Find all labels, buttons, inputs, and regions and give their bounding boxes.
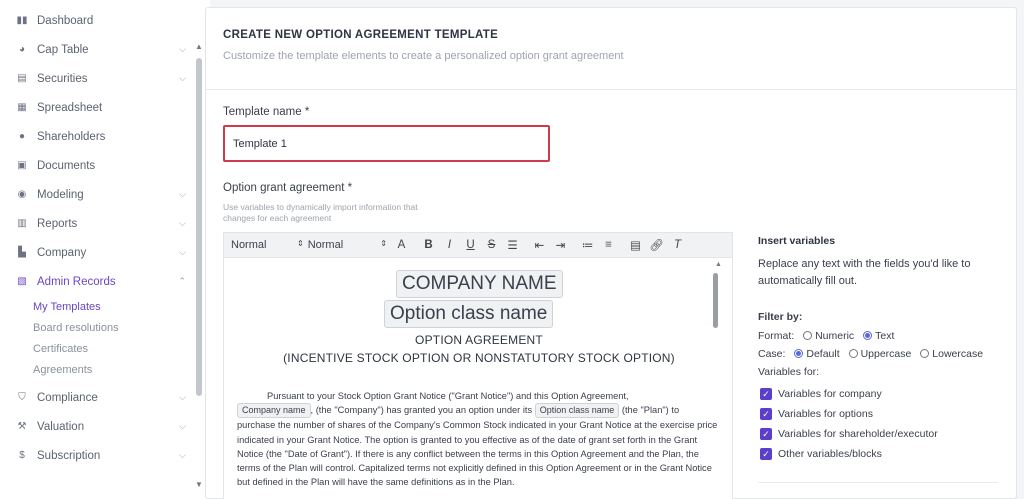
agreement-paragraph: Pursuant to your Stock Option Grant Noti… xyxy=(237,391,718,488)
dashboard-icon: ▮▮ xyxy=(16,15,28,26)
insert-variables-desc: Replace any text with the fields you'd l… xyxy=(758,258,971,287)
company-vars-checkbox[interactable]: ✓ Variables for company xyxy=(760,388,882,400)
sidebar-item-securities[interactable]: ▤ Securities ⌵ xyxy=(16,69,192,89)
folder-icon: ▣ xyxy=(17,160,27,171)
sidebar-sub-certificates[interactable]: Certificates xyxy=(33,343,88,355)
records-icon: ▧ xyxy=(17,276,27,287)
chevron-down-icon: ⌵ xyxy=(179,189,186,199)
case-row: Case: Default Uppercase Lowercase xyxy=(758,348,984,360)
insert-variables-title: Insert variables xyxy=(758,235,836,247)
gavel-icon: ⚒ xyxy=(17,421,27,432)
option-vars-checkbox[interactable]: ✓ Variables for options xyxy=(760,408,873,420)
bulb-icon: ◉ xyxy=(17,189,27,200)
card-header: CREATE NEW OPTION AGREEMENT TEMPLATE Cus… xyxy=(206,8,1018,90)
doc-heading: OPTION AGREEMENT xyxy=(415,333,543,347)
sidebar-item-documents[interactable]: ▣ Documents xyxy=(16,156,192,176)
option-class-variable[interactable]: Option class name xyxy=(384,300,554,328)
variables-for-label: Variables for: xyxy=(758,366,820,378)
ordered-list-icon[interactable]: ≔ xyxy=(577,238,598,252)
table-icon[interactable]: ▤ xyxy=(625,238,646,252)
blockquote-icon[interactable]: ☰ xyxy=(502,238,523,252)
template-name-label: Template name * xyxy=(223,106,310,118)
pie-chart-icon: ◕ xyxy=(18,44,26,55)
chevron-down-icon: ⌵ xyxy=(179,44,186,54)
company-name-variable[interactable]: COMPANY NAME xyxy=(396,270,563,298)
checkmark-icon: ✓ xyxy=(760,388,772,400)
agreement-editor[interactable]: COMPANY NAME Option class name OPTION AG… xyxy=(223,258,733,499)
chevron-down-icon: ⌵ xyxy=(179,73,186,83)
link-icon[interactable]: 🔗︎ xyxy=(646,238,667,252)
format-row: Format: Numeric Text xyxy=(758,330,895,342)
select-arrows-icon: ⇕ xyxy=(380,239,387,248)
sidebar-sub-my-templates[interactable]: My Templates xyxy=(33,301,101,313)
text-size-icon[interactable]: A xyxy=(391,239,412,251)
checkmark-icon: ✓ xyxy=(760,408,772,420)
checkmark-icon: ✓ xyxy=(760,448,772,460)
sidebar: ▮▮ Dashboard ◕ Cap Table ⌵ ▤ Securities ⌵ ▦ Sp… xyxy=(0,0,210,499)
chevron-up-icon: ⌃ xyxy=(178,276,186,286)
underline-icon[interactable]: U xyxy=(460,239,481,251)
report-icon: ▥ xyxy=(17,218,27,229)
indent-increase-icon[interactable]: ⇥ xyxy=(550,238,571,252)
company-name-chip[interactable]: Company name xyxy=(237,403,311,419)
checkmark-icon: ✓ xyxy=(760,428,772,440)
filter-by-label: Filter by: xyxy=(758,311,803,323)
agreement-label: Option grant agreement * xyxy=(223,182,353,194)
case-uppercase-radio[interactable] xyxy=(848,349,858,358)
chevron-down-icon: ⌵ xyxy=(179,421,186,431)
panel-divider xyxy=(758,482,998,483)
font-select[interactable]: ⇕ Normal ⇕ xyxy=(297,239,387,251)
template-card: CREATE NEW OPTION AGREEMENT TEMPLATE Cus… xyxy=(205,7,1018,499)
editor-scroll-up-icon[interactable]: ▲ xyxy=(715,261,722,268)
strikethrough-icon[interactable]: S xyxy=(481,239,502,251)
indent-decrease-icon[interactable]: ⇤ xyxy=(529,238,550,252)
sidebar-item-admin-records[interactable]: ▧ Admin Records ⌃ xyxy=(16,272,192,292)
sidebar-item-spreadsheet[interactable]: ▦ Spreadsheet xyxy=(16,98,192,118)
bullet-list-icon[interactable]: ≡ xyxy=(598,239,619,251)
document-icon: ▤ xyxy=(17,73,27,84)
dollar-icon: $ xyxy=(19,450,25,461)
sidebar-item-modeling[interactable]: ◉ Modeling ⌵ xyxy=(16,185,192,205)
editor-toolbar: Normal ⇕ Normal ⇕ A B I U S ☰ ⇤ ⇥ ≔ ≡ ▤ 🔗︎… xyxy=(223,232,733,258)
scroll-down-arrow-icon[interactable]: ▼ xyxy=(195,480,203,489)
sidebar-item-compliance[interactable]: ⛉ Compliance ⌵ xyxy=(16,388,192,408)
doc-subheading: (INCENTIVE STOCK OPTION OR NONSTATUTORY … xyxy=(283,351,675,365)
chevron-down-icon: ⌵ xyxy=(179,392,186,402)
sidebar-item-shareholders[interactable]: ● Shareholders xyxy=(16,127,192,147)
building-icon: ▙ xyxy=(18,247,26,258)
page-subtitle: Customize the template elements to creat… xyxy=(223,50,624,62)
format-text-radio[interactable] xyxy=(863,331,873,340)
sidebar-item-dashboard[interactable]: ▮▮ Dashboard xyxy=(16,11,192,31)
format-numeric-radio[interactable] xyxy=(803,331,813,340)
option-class-chip[interactable]: Option class name xyxy=(534,403,620,419)
other-vars-checkbox[interactable]: ✓ Other variables/blocks xyxy=(760,448,882,460)
sidebar-item-reports[interactable]: ▥ Reports ⌵ xyxy=(16,214,192,234)
sidebar-item-company[interactable]: ▙ Company ⌵ xyxy=(16,243,192,263)
sidebar-sub-board-resolutions[interactable]: Board resolutions xyxy=(33,322,119,334)
grid-icon: ▦ xyxy=(17,102,27,113)
case-lowercase-radio[interactable] xyxy=(920,349,930,358)
sidebar-scrollbar[interactable] xyxy=(196,58,202,396)
sidebar-item-valuation[interactable]: ⚒ Valuation ⌵ xyxy=(16,417,192,437)
chevron-down-icon: ⌵ xyxy=(179,450,186,460)
person-icon: ● xyxy=(18,131,26,142)
italic-icon[interactable]: I xyxy=(439,239,460,251)
shield-icon: ⛉ xyxy=(18,392,26,403)
scroll-up-arrow-icon[interactable]: ▲ xyxy=(195,42,203,51)
editor-scrollbar[interactable] xyxy=(713,273,718,328)
clear-format-icon[interactable]: T xyxy=(667,239,688,251)
template-name-input[interactable] xyxy=(223,125,550,162)
chevron-down-icon: ⌵ xyxy=(179,218,186,228)
chevron-down-icon: ⌵ xyxy=(179,247,186,257)
variables-hint: Use variables to dynamically import info… xyxy=(223,202,418,223)
select-arrows-icon: ⇕ xyxy=(297,239,304,248)
sidebar-item-cap-table[interactable]: ◕ Cap Table ⌵ xyxy=(16,40,192,60)
sidebar-item-subscription[interactable]: $ Subscription ⌵ xyxy=(16,446,192,466)
sidebar-sub-agreements[interactable]: Agreements xyxy=(33,364,92,376)
style-select[interactable]: Normal xyxy=(231,239,293,251)
shareholder-vars-checkbox[interactable]: ✓ Variables for shareholder/executor xyxy=(760,428,938,440)
page-title: CREATE NEW OPTION AGREEMENT TEMPLATE xyxy=(223,29,499,41)
bold-icon[interactable]: B xyxy=(418,239,439,251)
case-default-radio[interactable] xyxy=(794,349,804,358)
